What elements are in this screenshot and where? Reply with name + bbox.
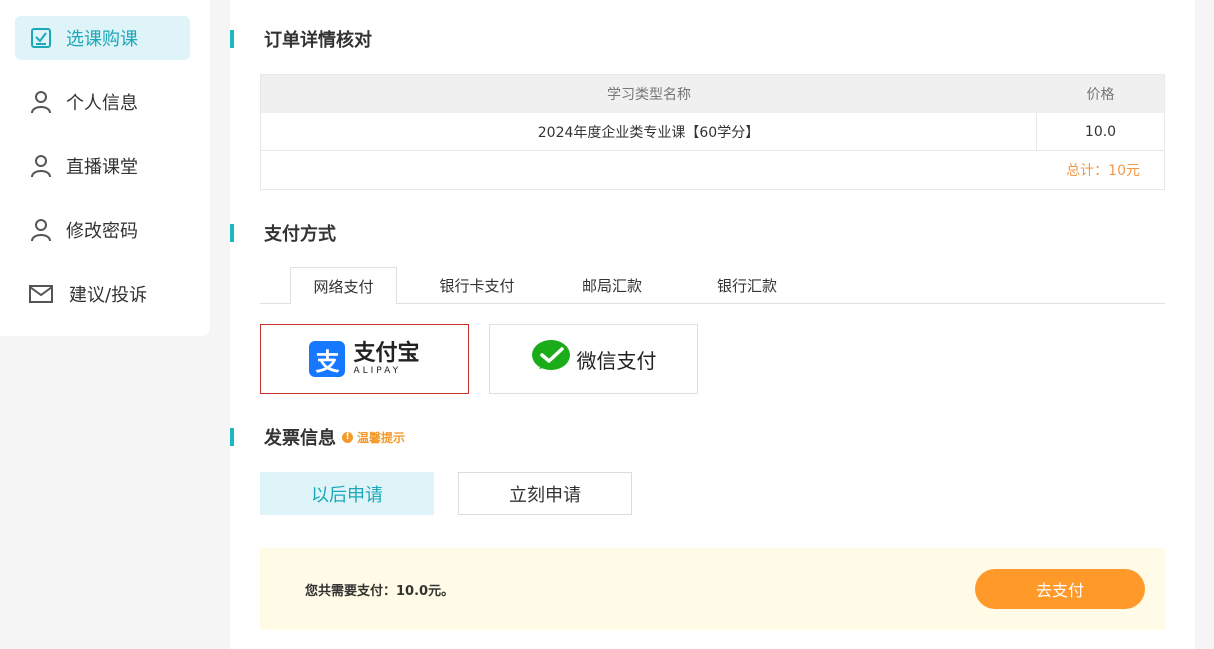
- sidebar-item-label: 建议/投诉: [69, 285, 148, 306]
- table-row: 2024年度企业类专业课【60学分】 10.0: [261, 113, 1164, 151]
- main-panel: 订单详情核对 学习类型名称 价格 2024年度企业类专业课【60学分】 10.0…: [230, 0, 1195, 649]
- user-icon: [29, 90, 53, 114]
- wechat-icon: [531, 339, 571, 380]
- alipay-option[interactable]: 支 支付宝 ALIPAY: [260, 324, 469, 394]
- tab-post-office-remittance[interactable]: 邮局汇款: [560, 267, 664, 304]
- alipay-label: 支付宝: [353, 341, 420, 366]
- payment-section-title: 支付方式: [230, 220, 336, 246]
- section-title-text: 订单详情核对: [264, 30, 372, 51]
- column-header-price: 价格: [1086, 87, 1115, 103]
- sidebar-item-live-class[interactable]: 直播课堂: [15, 144, 190, 188]
- tab-online-payment[interactable]: 网络支付: [290, 267, 397, 305]
- alipay-icon: 支: [309, 341, 346, 377]
- invoice-hint[interactable]: ! 温馨提示: [342, 429, 405, 446]
- section-accent-bar: [230, 30, 234, 48]
- sidebar-item-label: 修改密码: [66, 221, 138, 242]
- alipay-logo: 支 支付宝 ALIPAY: [309, 341, 420, 377]
- cell-course-name: 2024年度企业类专业课【60学分】: [261, 113, 1037, 150]
- sidebar-item-label: 个人信息: [66, 93, 138, 114]
- invoice-section-title: 发票信息 ! 温馨提示: [230, 424, 405, 450]
- section-accent-bar: [230, 224, 234, 242]
- apply-now-button[interactable]: 立刻申请: [458, 472, 632, 515]
- mail-icon: [29, 282, 53, 306]
- tab-bank-card-payment[interactable]: 银行卡支付: [420, 267, 534, 304]
- payment-amount-text: 您共需要支付：10.0元。: [305, 584, 455, 599]
- section-title-text: 发票信息: [264, 428, 336, 449]
- cell-price: 10.0: [1084, 123, 1117, 140]
- sidebar-item-label: 直播课堂: [66, 157, 138, 178]
- order-table: 学习类型名称 价格 2024年度企业类专业课【60学分】 10.0 总计：10元: [260, 74, 1165, 190]
- order-section-title: 订单详情核对: [230, 26, 372, 52]
- sidebar-item-label: 选课购课: [66, 29, 138, 50]
- warning-icon: !: [342, 431, 353, 443]
- table-total-row: 总计：10元: [261, 151, 1164, 189]
- user-icon: [29, 218, 53, 242]
- wechat-pay-label: 微信支付: [576, 348, 657, 373]
- apply-later-button[interactable]: 以后申请: [260, 472, 434, 515]
- sidebar-item-course-purchase[interactable]: 选课购课: [15, 16, 190, 60]
- sidebar-item-personal-info[interactable]: 个人信息: [15, 80, 190, 124]
- table-header: 学习类型名称 价格: [261, 75, 1164, 113]
- invoice-hint-text: 温馨提示: [357, 430, 406, 445]
- wechat-pay-option[interactable]: 微信支付: [489, 324, 698, 394]
- sidebar-item-feedback[interactable]: 建议/投诉: [15, 272, 190, 316]
- checkbox-icon: [29, 26, 53, 50]
- user-icon: [29, 154, 53, 178]
- sidebar: 选课购课 个人信息 直播课堂 修改密码 建议/投诉: [0, 0, 210, 336]
- wechat-logo: 微信支付: [531, 339, 657, 380]
- section-accent-bar: [230, 428, 234, 446]
- payment-tabs: 网络支付 银行卡支付 邮局汇款 银行汇款: [260, 267, 1165, 305]
- payment-summary-bar: 您共需要支付：10.0元。 去支付: [260, 548, 1165, 630]
- go-pay-button[interactable]: 去支付: [975, 569, 1145, 609]
- section-title-text: 支付方式: [264, 224, 336, 245]
- sidebar-item-change-password[interactable]: 修改密码: [15, 208, 190, 252]
- column-header-name: 学习类型名称: [607, 87, 691, 103]
- alipay-label-en: ALIPAY: [353, 366, 402, 376]
- tab-bank-remittance[interactable]: 银行汇款: [695, 267, 799, 304]
- order-total: 总计：10元: [1066, 163, 1140, 179]
